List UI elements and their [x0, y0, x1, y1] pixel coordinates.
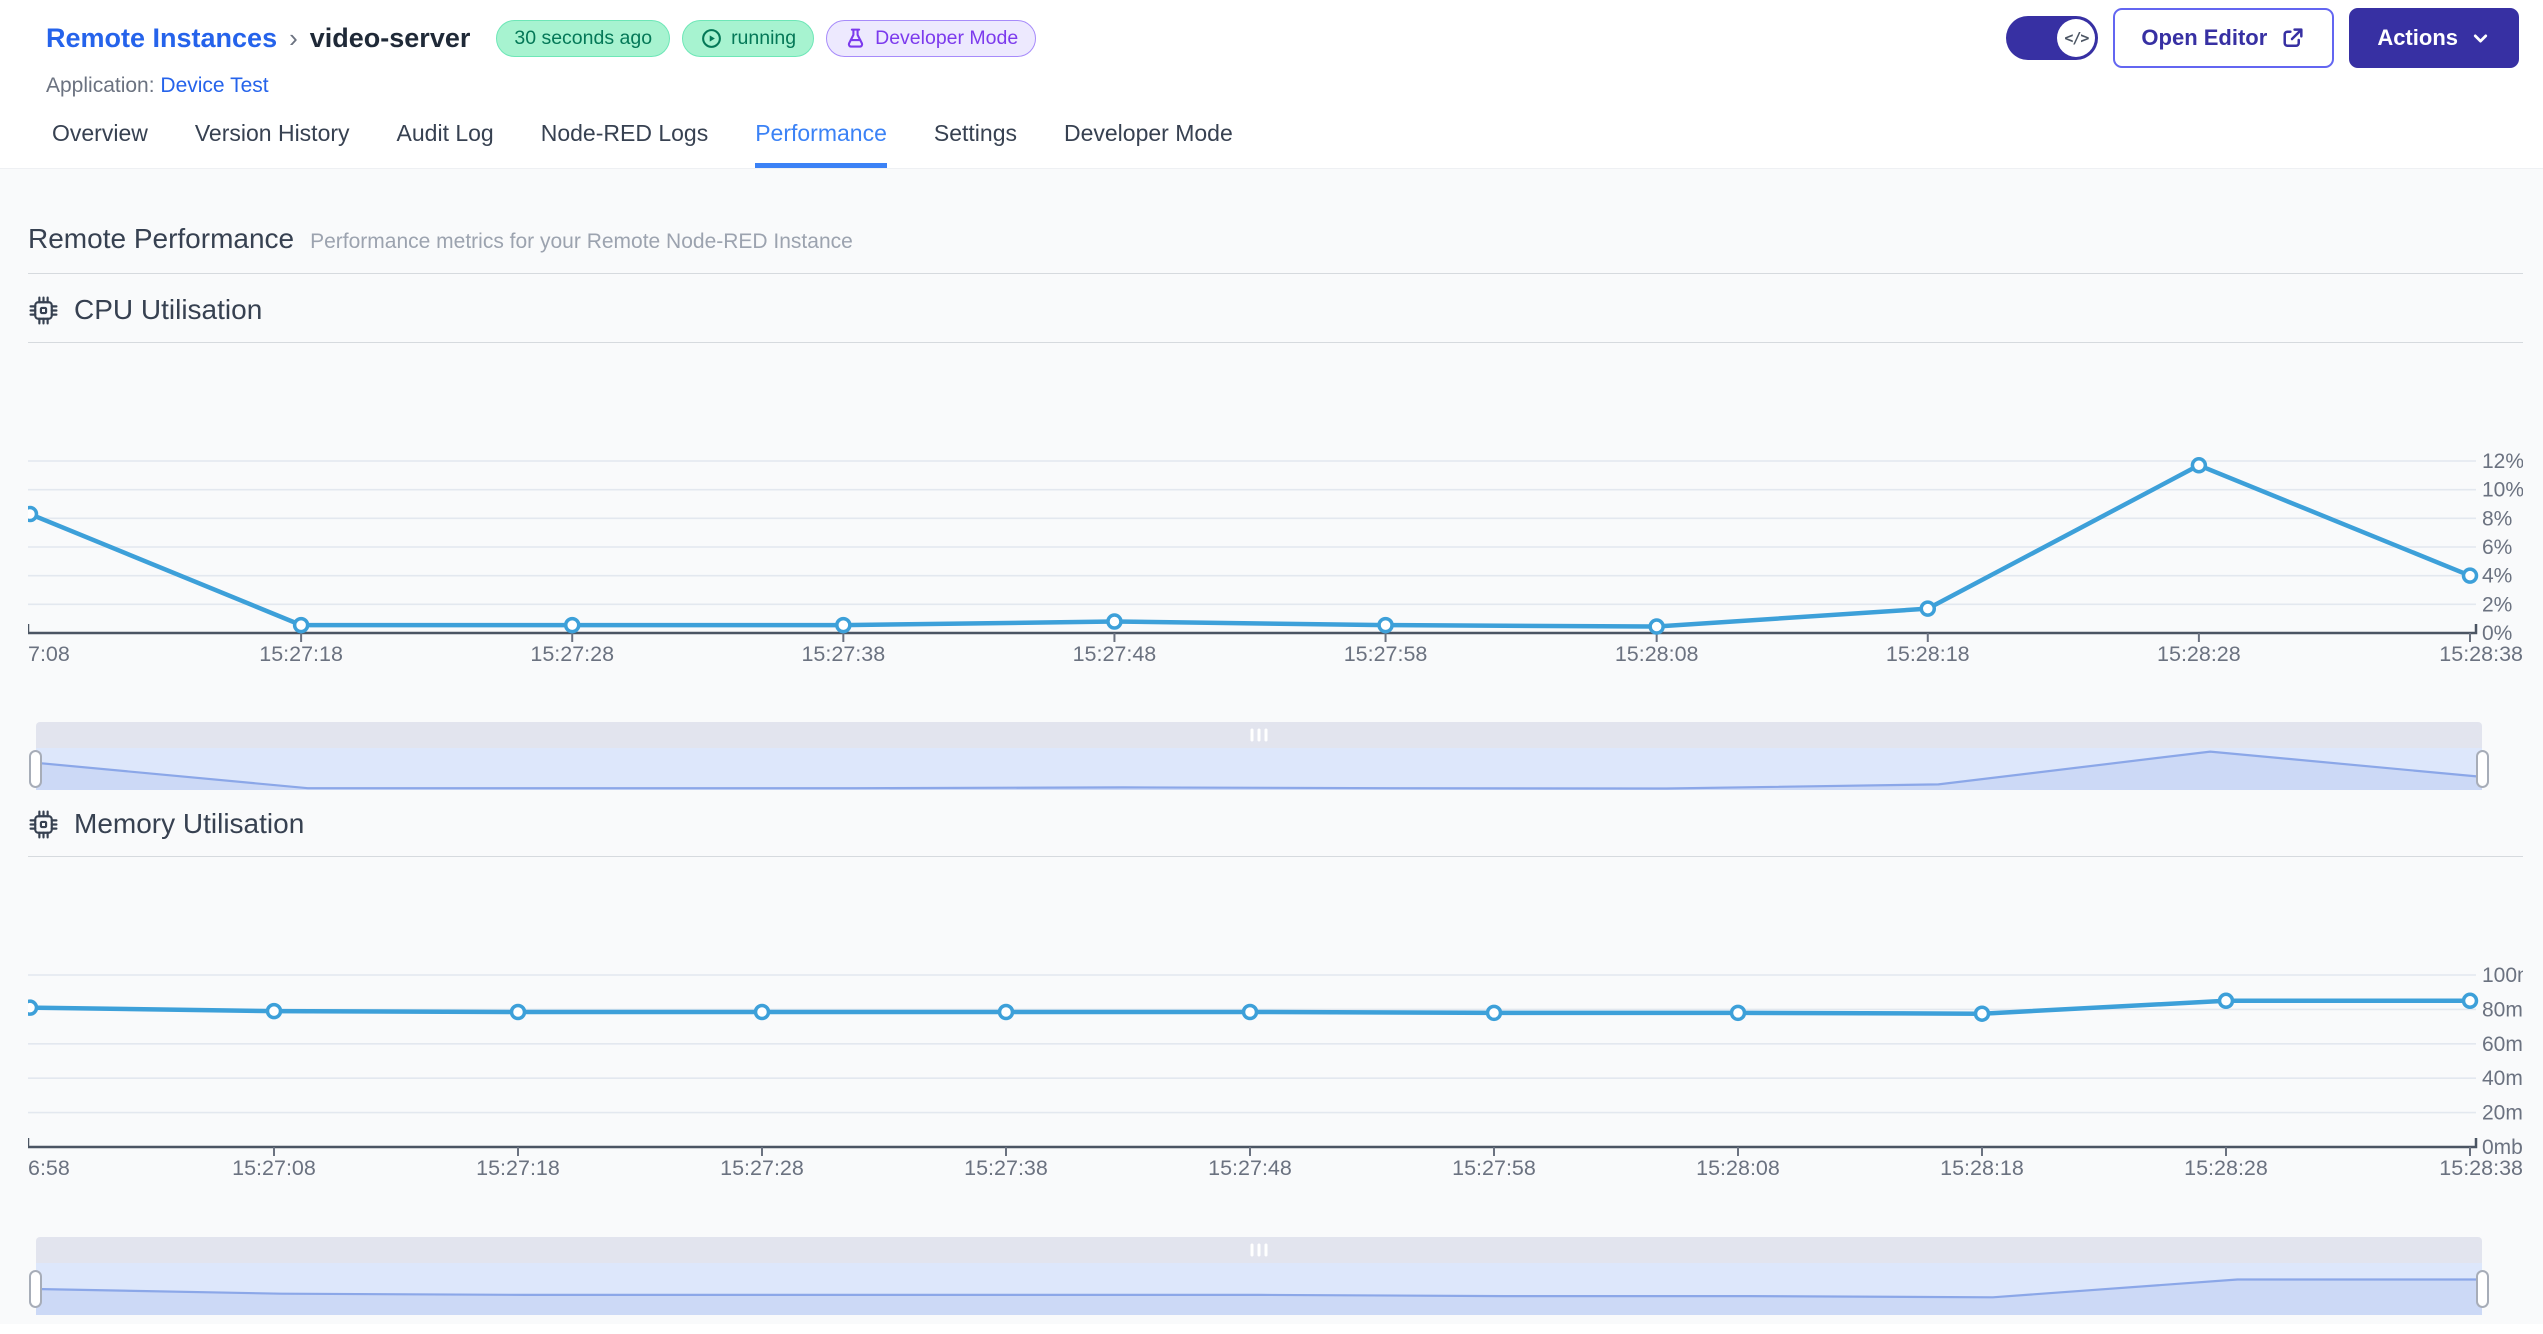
cpu-brush-preview[interactable]	[36, 748, 2482, 790]
memory-brush-left-handle[interactable]	[29, 1270, 42, 1308]
svg-text:15:28:28: 15:28:28	[2157, 642, 2241, 666]
svg-text:12%: 12%	[2482, 450, 2523, 473]
svg-text:40mb: 40mb	[2482, 1067, 2523, 1090]
play-circle-icon	[702, 28, 721, 48]
breadcrumb: Remote Instances › video-server	[46, 23, 470, 54]
developer-mode-toggle[interactable]: </>	[2006, 16, 2099, 60]
cpu-utilisation-chart: 0%2%4%6%8%10%12%7:08 15:27:18 15:27:28 15:2…	[28, 450, 2523, 666]
svg-text:15:27:38: 15:27:38	[964, 1156, 1048, 1180]
application-link[interactable]: Device Test	[160, 74, 268, 97]
application-row: Application: Device Test	[0, 68, 2543, 98]
svg-text:20mb: 20mb	[2482, 1102, 2523, 1125]
svg-text:15:27:08: 15:27:08	[232, 1156, 316, 1180]
svg-text:2%: 2%	[2482, 593, 2512, 616]
svg-text:15:27:28: 15:27:28	[530, 642, 614, 666]
svg-text:15:27:48: 15:27:48	[1073, 642, 1157, 666]
performance-panel: Remote Performance Performance metrics f…	[0, 168, 2543, 1324]
page-title-row: Remote Performance Performance metrics f…	[28, 169, 2523, 274]
svg-text:4%: 4%	[2482, 565, 2512, 588]
svg-text:6:58: 6:58	[28, 1156, 70, 1180]
svg-text:15:28:38: 15:28:38	[2439, 1156, 2523, 1180]
svg-text:15:27:18: 15:27:18	[259, 642, 343, 666]
actions-button[interactable]: Actions	[2349, 8, 2519, 68]
svg-text:80mb: 80mb	[2482, 998, 2523, 1021]
memory-brush-right-handle[interactable]	[2476, 1270, 2489, 1308]
svg-text:15:27:28: 15:27:28	[720, 1156, 804, 1180]
svg-text:15:28:08: 15:28:08	[1615, 642, 1699, 666]
tab-settings[interactable]: Settings	[934, 120, 1017, 168]
cpu-chart-range-selector[interactable]	[29, 722, 2489, 790]
tab-developer-mode[interactable]: Developer Mode	[1064, 120, 1233, 168]
open-editor-button[interactable]: Open Editor	[2113, 8, 2335, 68]
page-title: Remote Performance	[28, 223, 295, 254]
last-seen-label: 30 seconds ago	[514, 26, 653, 49]
tab-performance[interactable]: Performance	[755, 120, 887, 168]
page-header: Remote Instances › video-server 30 secon…	[0, 0, 2543, 68]
chip-icon	[29, 809, 58, 839]
external-link-icon	[2283, 27, 2303, 47]
status-badges: 30 seconds ago running Developer Mode	[496, 19, 1037, 57]
drag-handle-icon	[1250, 728, 1268, 742]
memory-utilisation-chart: 0mb20mb40mb60mb80mb100mb6:5815:27:0815:2…	[28, 964, 2523, 1180]
instance-name: video-server	[309, 22, 471, 53]
svg-text:15:27:18: 15:27:18	[476, 1156, 560, 1180]
cpu-brush-bar[interactable]	[36, 722, 2482, 748]
drag-handle-icon	[1250, 1243, 1268, 1257]
svg-text:60mb: 60mb	[2482, 1033, 2523, 1056]
last-seen-badge: 30 seconds ago	[496, 19, 671, 57]
instance-tabs: Overview Version History Audit Log Node-…	[0, 120, 2543, 168]
tab-node-red-logs[interactable]: Node-RED Logs	[541, 120, 708, 168]
flask-icon	[847, 28, 864, 48]
memory-chart-range-selector[interactable]	[29, 1237, 2489, 1315]
svg-text:7:08: 7:08	[28, 642, 70, 666]
breadcrumb-remote-instances-link[interactable]: Remote Instances	[46, 23, 277, 54]
page-subtitle: Performance metrics for your Remote Node…	[310, 230, 853, 253]
memory-utilisation-section: Memory Utilisation 0mb20mb40mb60mb80mb10…	[28, 790, 2523, 1315]
tab-version-history[interactable]: Version History	[195, 120, 350, 168]
cpu-section-title: CPU Utilisation	[74, 294, 263, 325]
open-editor-label: Open Editor	[2141, 25, 2268, 50]
developer-mode-label: Developer Mode	[875, 26, 1019, 49]
svg-text:100mb: 100mb	[2482, 964, 2523, 987]
memory-brush-preview[interactable]	[36, 1263, 2482, 1315]
svg-text:10%: 10%	[2482, 479, 2523, 502]
svg-text:15:28:38: 15:28:38	[2439, 642, 2523, 666]
tab-audit-log[interactable]: Audit Log	[397, 120, 494, 168]
status-badge: running	[682, 19, 815, 57]
svg-text:15:28:08: 15:28:08	[1696, 1156, 1780, 1180]
svg-text:15:27:38: 15:27:38	[801, 642, 885, 666]
tab-overview[interactable]: Overview	[52, 120, 148, 168]
svg-text:15:27:58: 15:27:58	[1452, 1156, 1536, 1180]
svg-text:15:27:48: 15:27:48	[1208, 1156, 1292, 1180]
breadcrumb-separator: ›	[289, 22, 298, 53]
developer-mode-badge: Developer Mode	[826, 19, 1037, 57]
svg-text:15:28:18: 15:28:18	[1886, 642, 1970, 666]
memory-section-header: Memory Utilisation	[28, 790, 2523, 857]
memory-brush-bar[interactable]	[36, 1237, 2482, 1263]
svg-text:15:27:58: 15:27:58	[1344, 642, 1428, 666]
svg-text:8%: 8%	[2482, 507, 2512, 530]
cpu-brush-left-handle[interactable]	[29, 750, 42, 788]
memory-section-title: Memory Utilisation	[74, 808, 305, 839]
chevron-down-icon	[2473, 34, 2488, 42]
chip-icon	[29, 295, 58, 325]
cpu-brush-right-handle[interactable]	[2476, 750, 2489, 788]
status-label: running	[731, 26, 797, 49]
svg-text:15:28:18: 15:28:18	[1940, 1156, 2024, 1180]
svg-text:6%: 6%	[2482, 536, 2512, 559]
code-icon: </>	[2057, 19, 2096, 57]
svg-text:15:28:28: 15:28:28	[2184, 1156, 2268, 1180]
cpu-section-header: CPU Utilisation	[28, 276, 2523, 343]
cpu-utilisation-section: CPU Utilisation 0% 2% 4% 6% 8% 10% 12% 7:08 15:2…	[28, 276, 2523, 790]
actions-label: Actions	[2377, 25, 2458, 50]
application-label: Application:	[46, 74, 155, 97]
